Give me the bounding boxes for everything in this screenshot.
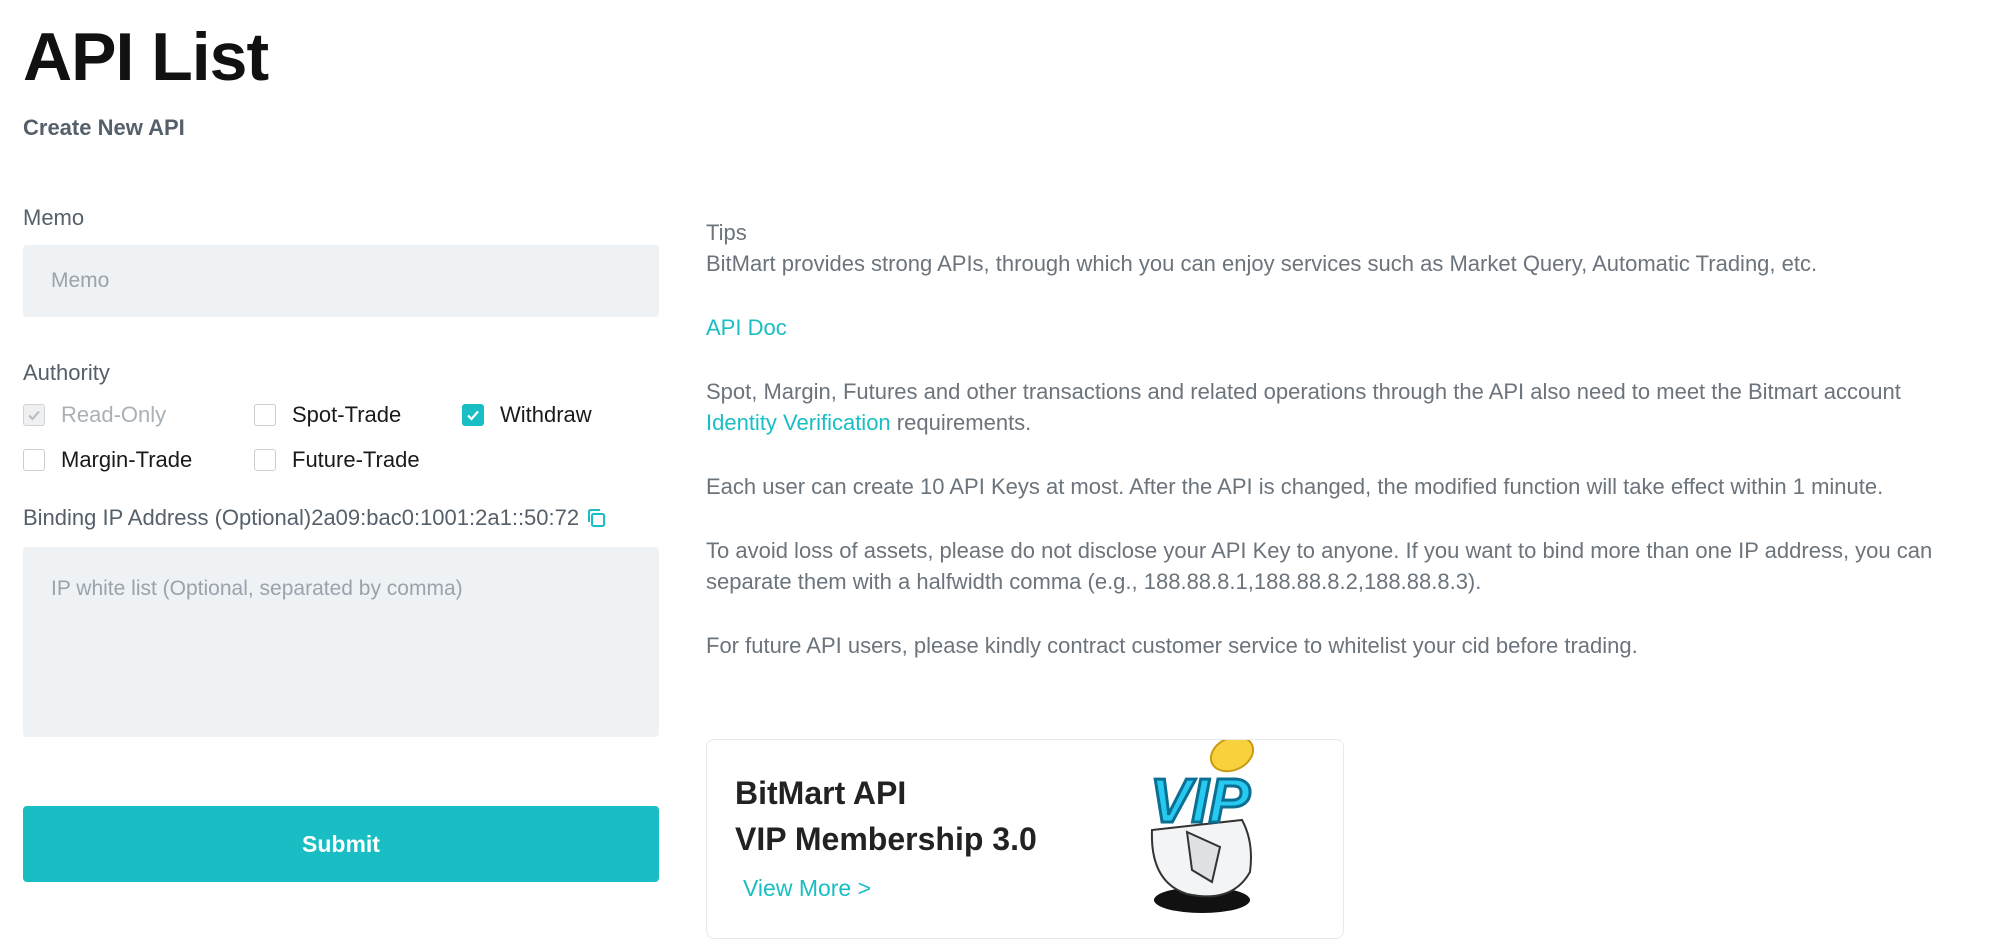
margin-trade-checkbox[interactable]: Margin-Trade bbox=[23, 447, 254, 473]
copy-icon[interactable] bbox=[585, 507, 607, 529]
spot-trade-label: Spot-Trade bbox=[292, 402, 402, 427]
margin-trade-label: Margin-Trade bbox=[61, 447, 193, 472]
tips-intro: BitMart provides strong APIs, through wh… bbox=[706, 251, 1818, 276]
vip-title-line-2: VIP Membership 3.0 bbox=[735, 821, 1037, 857]
ip-whitelist-input[interactable] bbox=[23, 547, 659, 737]
ip-label-row: Binding IP Address (Optional)2a09:bac0:1… bbox=[23, 505, 607, 531]
tips-verification: Spot, Margin, Futures and other transact… bbox=[706, 376, 1976, 438]
future-trade-label: Future-Trade bbox=[292, 447, 420, 472]
memo-input[interactable] bbox=[23, 245, 659, 317]
authority-label: Authority bbox=[23, 360, 110, 385]
page-title: API List bbox=[23, 19, 269, 95]
withdraw-label: Withdraw bbox=[500, 402, 592, 427]
tips-limit: Each user can create 10 API Keys at most… bbox=[706, 474, 1884, 499]
spot-trade-checkbox[interactable]: Spot-Trade bbox=[254, 402, 462, 428]
tips-panel: Tips BitMart provides strong APIs, throu… bbox=[706, 217, 1976, 661]
tips-security: To avoid loss of assets, please do not d… bbox=[706, 538, 1933, 594]
current-ip-value: 2a09:bac0:1001:2a1::50:72 bbox=[311, 505, 580, 530]
withdraw-check-icon[interactable] bbox=[462, 404, 484, 426]
verification-text-after: requirements. bbox=[890, 410, 1032, 435]
verification-text-before: Spot, Margin, Futures and other transact… bbox=[706, 379, 1901, 404]
tips-futures: For future API users, please kindly cont… bbox=[706, 633, 1638, 658]
future-trade-box[interactable] bbox=[254, 449, 276, 471]
vip-membership-card[interactable]: BitMart API VIP Membership 3.0 View More… bbox=[706, 739, 1344, 939]
tips-heading: Tips bbox=[706, 220, 747, 245]
vip-badge-text: VIP bbox=[1150, 767, 1251, 836]
authority-row-1: Read-Only Spot-Trade Withdraw bbox=[23, 402, 592, 428]
api-doc-link[interactable]: API Doc bbox=[706, 315, 787, 340]
identity-verification-link[interactable]: Identity Verification bbox=[706, 410, 891, 435]
read-only-label: Read-Only bbox=[61, 402, 167, 427]
future-trade-checkbox[interactable]: Future-Trade bbox=[254, 447, 420, 473]
vip-title-line-1: BitMart API bbox=[735, 775, 907, 811]
withdraw-checkbox[interactable]: Withdraw bbox=[462, 402, 592, 428]
margin-trade-box[interactable] bbox=[23, 449, 45, 471]
view-more-link[interactable]: View More > bbox=[743, 875, 871, 902]
submit-button[interactable]: Submit bbox=[23, 806, 659, 882]
ip-label: Binding IP Address (Optional) bbox=[23, 505, 312, 530]
page-subtitle: Create New API bbox=[23, 115, 185, 140]
read-only-checkbox: Read-Only bbox=[23, 402, 254, 428]
spot-trade-box[interactable] bbox=[254, 404, 276, 426]
memo-label: Memo bbox=[23, 205, 85, 230]
read-only-check-icon bbox=[23, 404, 45, 426]
authority-row-2: Margin-Trade Future-Trade bbox=[23, 447, 420, 473]
vip-badge-icon: VIP bbox=[1149, 740, 1255, 913]
vip-card-title: BitMart API VIP Membership 3.0 bbox=[735, 770, 1037, 862]
